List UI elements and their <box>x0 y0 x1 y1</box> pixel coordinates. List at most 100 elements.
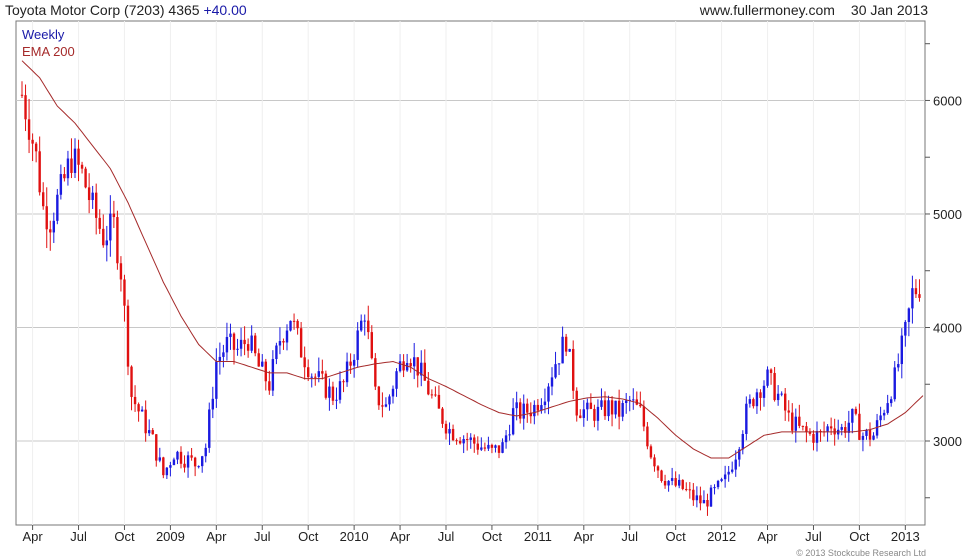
candle-body <box>384 404 388 407</box>
candle-body <box>335 399 338 401</box>
candle-body <box>367 320 370 333</box>
candle-body <box>621 403 624 417</box>
candle-body <box>575 390 578 416</box>
candle-body <box>526 403 529 413</box>
x-tick-label: Oct <box>849 529 870 544</box>
candle-body <box>451 428 455 441</box>
candle-body <box>550 377 554 387</box>
candle-body <box>543 401 547 406</box>
candle-body <box>476 443 479 450</box>
candle-body <box>201 456 204 467</box>
candle-body <box>349 361 352 366</box>
candle-body <box>861 435 865 440</box>
candle-body <box>197 466 200 468</box>
candle-body <box>780 393 783 395</box>
candle-body <box>656 466 660 471</box>
candle-body <box>34 143 38 152</box>
candle-body <box>20 94 24 96</box>
candle-body <box>95 192 98 218</box>
candle-body <box>593 408 596 421</box>
plot-area <box>15 20 926 526</box>
candle-body <box>557 363 561 365</box>
candle-body <box>734 459 737 470</box>
candle-body <box>413 357 416 367</box>
candle-body <box>660 470 663 481</box>
candle-body <box>625 400 628 404</box>
candle-body <box>314 376 317 378</box>
candle-body <box>483 447 487 449</box>
candle-body <box>186 455 190 468</box>
candle-body <box>144 409 147 434</box>
x-tick-label: Jul <box>805 529 822 544</box>
candle-body <box>727 471 730 475</box>
x-tick-label: Apr <box>757 529 778 544</box>
candle-body <box>600 400 603 407</box>
candle-body <box>338 381 342 400</box>
candle-body <box>112 213 116 218</box>
x-tick-label: Jul <box>438 529 455 544</box>
x-tick-label: Apr <box>206 529 227 544</box>
candle-body <box>702 499 706 504</box>
candle-body <box>409 363 412 367</box>
candle-body <box>211 398 214 410</box>
candle-body <box>271 359 275 391</box>
candle-body <box>847 422 850 433</box>
candle-body <box>52 220 55 233</box>
x-tick-label: 2012 <box>707 529 736 544</box>
candle-body <box>398 361 402 372</box>
candle-body <box>515 402 518 409</box>
candle-body <box>868 430 872 440</box>
candle-body <box>70 158 73 173</box>
candle-body <box>208 409 211 448</box>
candle-body <box>261 361 264 367</box>
candle-body <box>427 380 430 395</box>
candle-body <box>98 217 101 229</box>
candle-body <box>918 294 921 298</box>
copyright-credit: © 2013 Stockcube Research Ltd <box>796 548 926 558</box>
candle-body <box>158 457 161 461</box>
candle-body <box>812 433 815 443</box>
candle-body <box>900 335 903 365</box>
candle-body <box>480 447 483 450</box>
candle-body <box>307 367 310 378</box>
candle-body <box>59 174 63 195</box>
x-tick-label: 2009 <box>156 529 185 544</box>
candle-body <box>533 404 536 417</box>
candle-body <box>639 404 642 407</box>
candle-body <box>229 333 232 337</box>
candle-body <box>282 341 285 343</box>
candle-body <box>193 457 197 467</box>
candle-body <box>716 480 720 488</box>
candle-body <box>381 405 384 407</box>
candle-body <box>709 487 713 507</box>
candle-body <box>165 467 169 476</box>
candle-body <box>448 428 451 434</box>
candle-body <box>663 480 667 486</box>
candle-body <box>748 399 752 404</box>
candle-body <box>787 410 790 413</box>
candle-body <box>720 479 723 481</box>
candle-body <box>674 478 677 486</box>
candle-body <box>225 336 229 353</box>
candle-body <box>582 409 585 418</box>
candle-body <box>356 330 359 360</box>
candle-body <box>805 426 808 432</box>
candle-body <box>289 320 292 331</box>
candle-body <box>155 434 158 461</box>
candle-body <box>119 263 123 280</box>
candle-body <box>854 408 858 414</box>
candle-body <box>692 489 695 501</box>
candle-body <box>826 426 829 432</box>
candle-body <box>755 392 759 407</box>
candle-body <box>257 353 260 367</box>
candle-body <box>911 288 914 309</box>
candle-body <box>752 399 755 407</box>
candle-body <box>246 344 250 351</box>
candle-body <box>331 386 335 401</box>
candle-body <box>151 430 154 435</box>
y-tick-label: 5000 <box>933 207 962 222</box>
candle-body <box>801 425 805 427</box>
candle-body <box>688 489 691 491</box>
y-tick-label: 3000 <box>933 434 962 449</box>
candle-body <box>239 339 243 349</box>
